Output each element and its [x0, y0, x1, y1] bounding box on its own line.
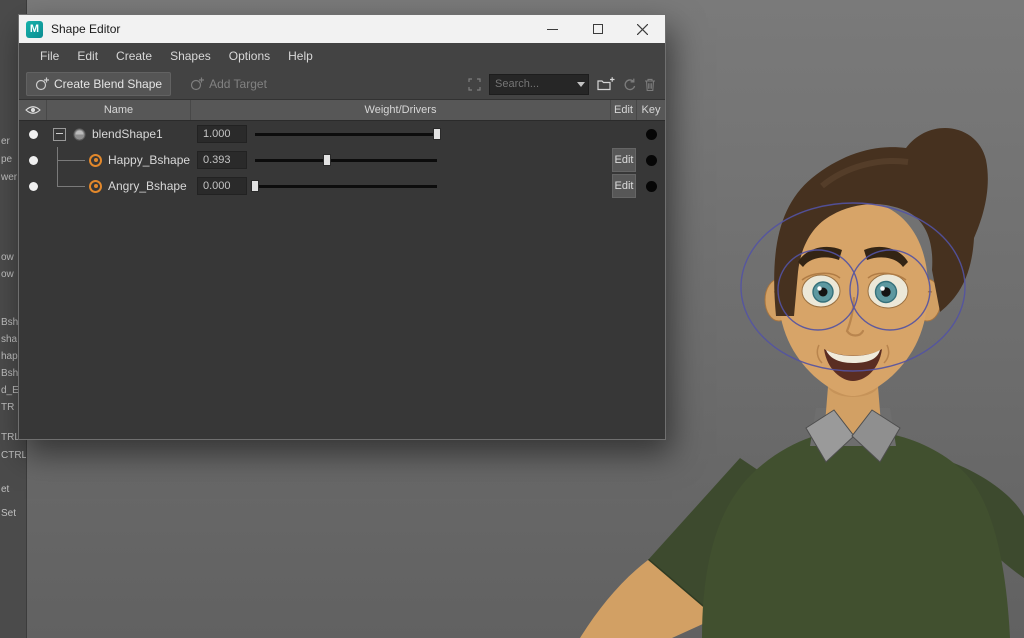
visibility-toggle[interactable] [29, 182, 38, 191]
blend-target-icon [89, 180, 102, 193]
folder-add-icon[interactable] [597, 77, 615, 91]
edit-target-button[interactable]: Edit [612, 148, 636, 172]
window-title: Shape Editor [51, 22, 120, 36]
outliner-item[interactable]: CTRL [1, 450, 27, 461]
maya-app-icon[interactable]: M [26, 21, 43, 38]
create-blend-shape-icon [35, 77, 49, 91]
key-dot[interactable] [646, 129, 657, 140]
outliner-item[interactable]: et [1, 484, 9, 495]
table-row[interactable]: Angry_Bshape 0.000 Edit [19, 173, 665, 199]
expand-toggle[interactable] [53, 128, 66, 141]
close-button[interactable] [620, 15, 665, 43]
outliner-item[interactable]: Bsh [1, 368, 18, 379]
slider-track [255, 159, 437, 162]
shape-list: blendShape1 1.000 Happy_Bshape 0.393 [19, 121, 665, 439]
outliner-item[interactable]: sha [1, 334, 17, 345]
menubar: File Edit Create Shapes Options Help [19, 43, 665, 69]
create-blend-shape-button[interactable]: Create Blend Shape [26, 72, 171, 96]
slider-handle[interactable] [323, 154, 331, 166]
outliner-item[interactable]: er [1, 136, 10, 147]
blendshape-node-icon [72, 127, 87, 142]
edit-column-header: Edit [611, 100, 637, 120]
search-box [489, 74, 589, 95]
visibility-toggle[interactable] [29, 130, 38, 139]
minimize-button[interactable] [530, 15, 575, 43]
visibility-column-header [19, 100, 47, 120]
blend-target-icon [89, 154, 102, 167]
outliner-item[interactable]: Bsh [1, 317, 18, 328]
outliner-item[interactable]: wer [1, 172, 17, 183]
trash-icon[interactable] [644, 78, 656, 91]
edit-target-button[interactable]: Edit [612, 174, 636, 198]
outliner-item[interactable]: ow [1, 252, 14, 263]
slider-handle[interactable] [433, 128, 441, 140]
add-target-icon [190, 77, 204, 91]
key-dot[interactable] [646, 181, 657, 192]
table-header: Name Weight/Drivers Edit Key [19, 100, 665, 121]
outliner-item[interactable]: pe [1, 154, 12, 165]
shape-editor-window: M Shape Editor File Edit Create Shapes O… [18, 14, 666, 440]
weight-slider[interactable] [255, 147, 437, 173]
titlebar[interactable]: M Shape Editor [19, 15, 665, 43]
outliner-item[interactable]: d_E [1, 385, 19, 396]
key-dot[interactable] [646, 155, 657, 166]
toolbar: Create Blend Shape Add Target [19, 69, 665, 100]
slider-handle[interactable] [251, 180, 259, 192]
minimize-icon [547, 24, 558, 35]
tree-connector [57, 173, 89, 199]
target-name-label[interactable]: Angry_Bshape [108, 179, 187, 193]
menu-shapes[interactable]: Shapes [161, 49, 220, 63]
refresh-loop-icon[interactable] [623, 78, 636, 91]
menu-file[interactable]: File [31, 49, 68, 63]
outliner-item[interactable]: ow [1, 269, 14, 280]
weight-column-header[interactable]: Weight/Drivers [191, 100, 611, 120]
node-name-label[interactable]: blendShape1 [92, 127, 163, 141]
add-target-label: Add Target [209, 77, 267, 91]
slider-track [255, 185, 437, 188]
weight-value-field[interactable]: 0.393 [197, 151, 247, 169]
weight-slider[interactable] [255, 121, 437, 147]
name-column-header[interactable]: Name [47, 100, 191, 120]
create-blend-shape-label: Create Blend Shape [54, 77, 162, 91]
menu-options[interactable]: Options [220, 49, 279, 63]
eye-icon [25, 105, 41, 115]
search-input[interactable] [490, 78, 574, 90]
weight-value-field[interactable]: 1.000 [197, 125, 247, 143]
table-row[interactable]: blendShape1 1.000 [19, 121, 665, 147]
weight-slider[interactable] [255, 173, 437, 199]
search-filter-dropdown[interactable] [574, 82, 588, 87]
weight-value-field[interactable]: 0.000 [197, 177, 247, 195]
outliner-item[interactable]: Set [1, 508, 16, 519]
tree-connector [57, 147, 89, 173]
maximize-icon [593, 24, 603, 34]
key-column-header: Key [637, 100, 665, 120]
slider-track [255, 133, 437, 136]
chevron-down-icon [577, 82, 585, 87]
menu-edit[interactable]: Edit [68, 49, 107, 63]
add-target-button[interactable]: Add Target [181, 72, 276, 96]
maximize-button[interactable] [575, 15, 620, 43]
visibility-toggle[interactable] [29, 156, 38, 165]
close-icon [637, 24, 648, 35]
table-row[interactable]: Happy_Bshape 0.393 Edit [19, 147, 665, 173]
character-torso [702, 430, 1010, 638]
frame-selection-icon[interactable] [468, 78, 481, 91]
target-name-label[interactable]: Happy_Bshape [108, 153, 190, 167]
menu-help[interactable]: Help [279, 49, 322, 63]
outliner-item[interactable]: TR [1, 402, 14, 413]
menu-create[interactable]: Create [107, 49, 161, 63]
